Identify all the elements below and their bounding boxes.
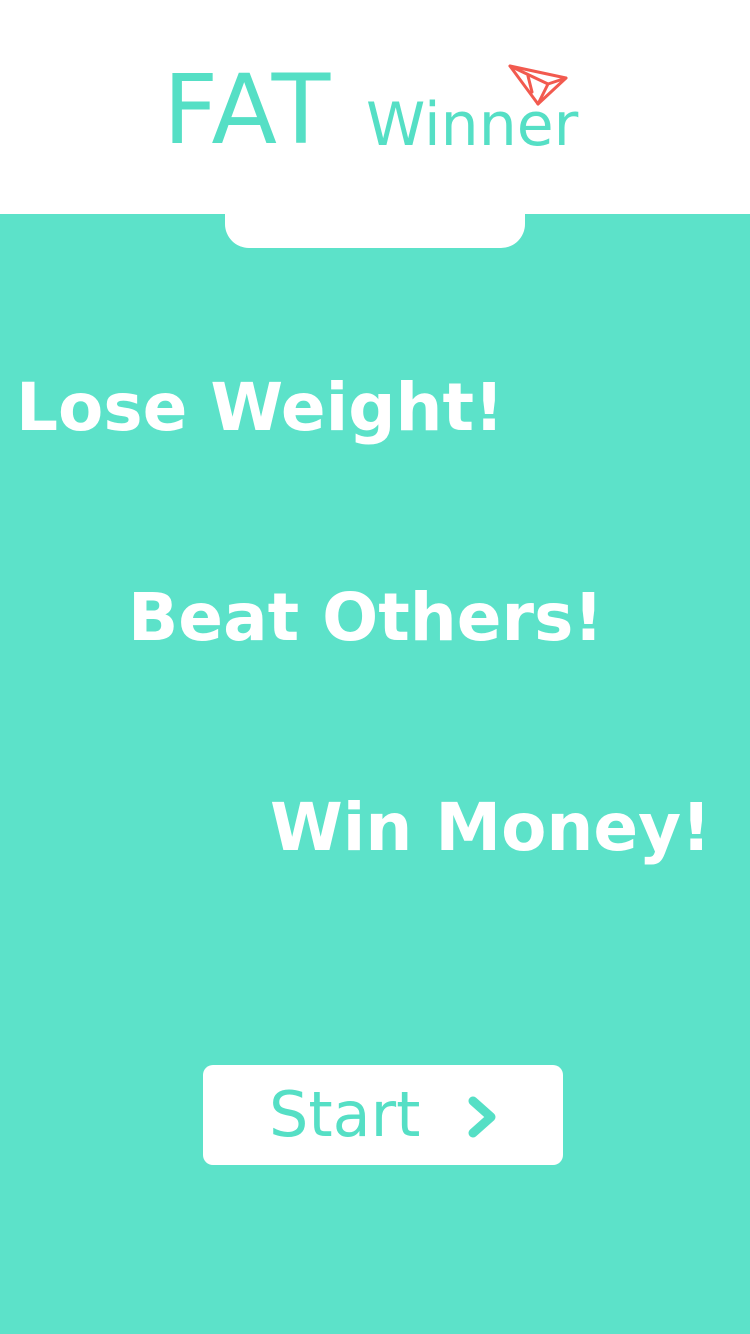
logo-fat-text: FAT [163,54,333,166]
app-logo: FAT Winner [0,0,750,214]
start-button[interactable]: Start [203,1065,563,1165]
slogan-win-money: Win Money! [270,789,712,866]
paper-plane-icon [508,64,568,106]
chevron-right-icon [468,1096,496,1138]
slogan-lose-weight: Lose Weight! [16,369,505,446]
slogan-beat-others: Beat Others! [128,579,604,656]
start-button-label: Start [269,1078,421,1151]
